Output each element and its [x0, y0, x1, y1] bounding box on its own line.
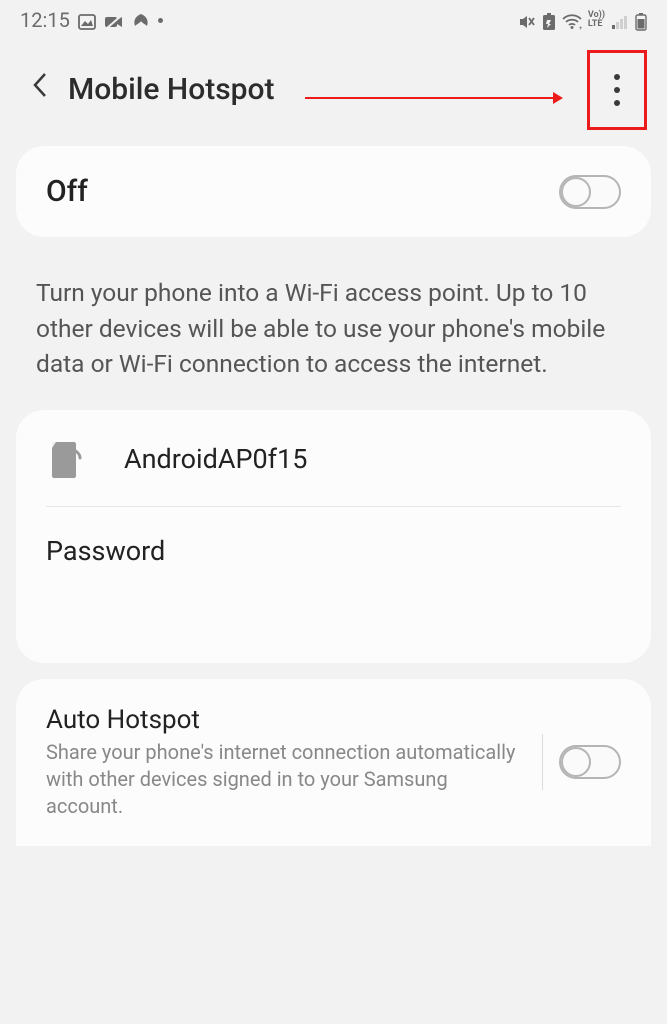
auto-hotspot-title: Auto Hotspot — [46, 705, 526, 735]
app-header: Mobile Hotspot — [0, 40, 667, 138]
volume-mute-icon — [518, 8, 536, 32]
network-name-row[interactable]: AndroidAP0f15 — [46, 440, 621, 507]
hotspot-icon — [50, 440, 84, 478]
password-row[interactable]: Password — [46, 535, 621, 567]
hotspot-description: Turn your phone into a Wi-Fi access poin… — [0, 245, 667, 410]
status-time: 12:15 — [20, 8, 70, 32]
divider — [542, 734, 543, 790]
network-name: AndroidAP0f15 — [124, 443, 307, 475]
camera-off-icon — [104, 8, 124, 32]
network-info-card: AndroidAP0f15 Password — [16, 410, 651, 663]
volte-icon: Vo))LTE — [588, 11, 605, 29]
auto-hotspot-toggle[interactable] — [559, 745, 621, 779]
hotspot-toggle-card: Off — [16, 146, 651, 237]
page-title: Mobile Hotspot — [68, 72, 275, 107]
auto-hotspot-card: Auto Hotspot Share your phone's internet… — [16, 679, 651, 846]
signal-icon — [611, 8, 629, 32]
back-button[interactable] — [30, 70, 50, 108]
auto-hotspot-row[interactable]: Auto Hotspot Share your phone's internet… — [46, 705, 526, 820]
status-bar: 12:15 + Vo))LTE — [0, 0, 667, 40]
annotation-arrow — [305, 88, 565, 108]
leaf-icon — [132, 8, 150, 32]
image-icon — [78, 8, 96, 32]
svg-text:+: + — [579, 25, 582, 30]
recycle-battery-icon — [542, 8, 556, 32]
annotation-highlight-box — [587, 50, 647, 130]
hotspot-state-label: Off — [46, 174, 88, 209]
more-options-button[interactable] — [614, 74, 620, 106]
battery-icon — [635, 8, 647, 32]
wifi-icon: + — [562, 8, 582, 32]
dot-icon — [158, 18, 163, 23]
auto-hotspot-subtitle: Share your phone's internet connection a… — [46, 739, 526, 820]
hotspot-toggle[interactable] — [559, 175, 621, 209]
